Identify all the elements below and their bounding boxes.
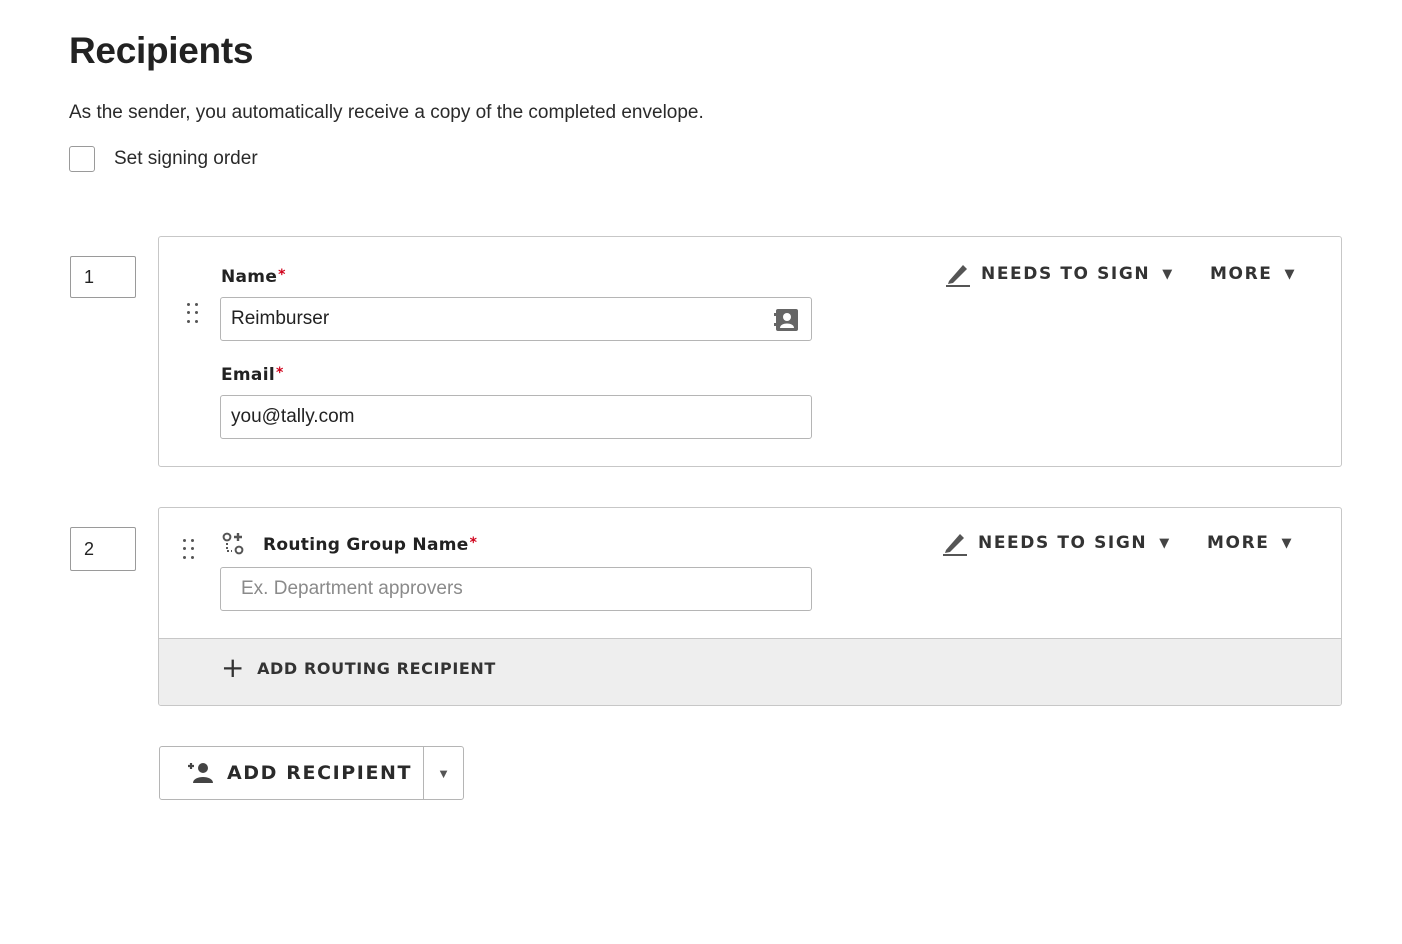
- more-label: MORE: [1210, 264, 1273, 284]
- required-marker: *: [278, 267, 286, 283]
- required-marker: *: [469, 535, 478, 551]
- add-recipient-button[interactable]: ADD RECIPIENT: [160, 747, 423, 799]
- add-routing-recipient-button[interactable]: + ADD ROUTING RECIPIENT: [221, 651, 496, 684]
- signing-order-checkbox[interactable]: [69, 146, 95, 172]
- add-recipient-options-button[interactable]: ▼: [423, 747, 463, 799]
- needs-to-sign-dropdown[interactable]: NEEDS TO SIGN ▼: [945, 261, 1172, 287]
- needs-to-sign-dropdown[interactable]: NEEDS TO SIGN ▼: [942, 530, 1169, 556]
- recipient-2-order-input[interactable]: [70, 527, 136, 571]
- signing-order-row[interactable]: Set signing order: [69, 146, 258, 172]
- routing-footer: + ADD ROUTING RECIPIENT: [159, 638, 1341, 705]
- chevron-down-icon: ▼: [437, 765, 450, 781]
- recipient-1-order-input[interactable]: [70, 256, 136, 298]
- page-subtitle: As the sender, you automatically receive…: [69, 102, 704, 123]
- page-title: Recipients: [69, 30, 254, 71]
- email-input[interactable]: [220, 395, 812, 439]
- routing-group-name-input[interactable]: [220, 567, 812, 611]
- email-label: Email*: [221, 365, 284, 385]
- drag-handle-icon[interactable]: [183, 539, 195, 561]
- email-label-text: Email: [221, 365, 275, 385]
- add-recipient-label: ADD RECIPIENT: [227, 762, 413, 784]
- routing-group-label-text: Routing Group Name: [263, 535, 469, 555]
- drag-handle-icon[interactable]: [187, 303, 199, 325]
- needs-to-sign-label: NEEDS TO SIGN: [981, 264, 1151, 284]
- add-routing-recipient-label: ADD ROUTING RECIPIENT: [257, 658, 496, 678]
- recipient-2-card: Routing Group Name* NEEDS TO SIGN ▼ MORE…: [158, 507, 1342, 706]
- add-recipient-split-button: ADD RECIPIENT ▼: [159, 746, 464, 800]
- more-dropdown[interactable]: MORE ▼: [1207, 533, 1291, 553]
- more-label: MORE: [1207, 533, 1270, 553]
- signing-order-label: Set signing order: [114, 148, 258, 169]
- contacts-icon[interactable]: [772, 305, 802, 335]
- plus-icon: +: [221, 651, 246, 684]
- pen-icon: [942, 530, 968, 556]
- chevron-down-icon: ▼: [1281, 535, 1292, 551]
- name-label-text: Name: [221, 267, 278, 287]
- add-person-icon: [188, 763, 213, 783]
- chevron-down-icon: ▼: [1284, 266, 1295, 282]
- chevron-down-icon: ▼: [1162, 266, 1173, 282]
- chevron-down-icon: ▼: [1159, 535, 1170, 551]
- recipients-page: Recipients As the sender, you automatica…: [0, 0, 1402, 944]
- recipient-1-card: Name* Email* NEEDS TO SIGN: [158, 236, 1342, 467]
- more-dropdown[interactable]: MORE ▼: [1210, 264, 1294, 284]
- name-label: Name*: [221, 267, 286, 287]
- routing-group-label: Routing Group Name*: [263, 535, 477, 555]
- required-marker: *: [275, 365, 284, 381]
- pen-icon: [945, 261, 971, 287]
- routing-group-icon: [221, 531, 247, 557]
- name-input[interactable]: [220, 297, 812, 341]
- needs-to-sign-label: NEEDS TO SIGN: [978, 533, 1148, 553]
